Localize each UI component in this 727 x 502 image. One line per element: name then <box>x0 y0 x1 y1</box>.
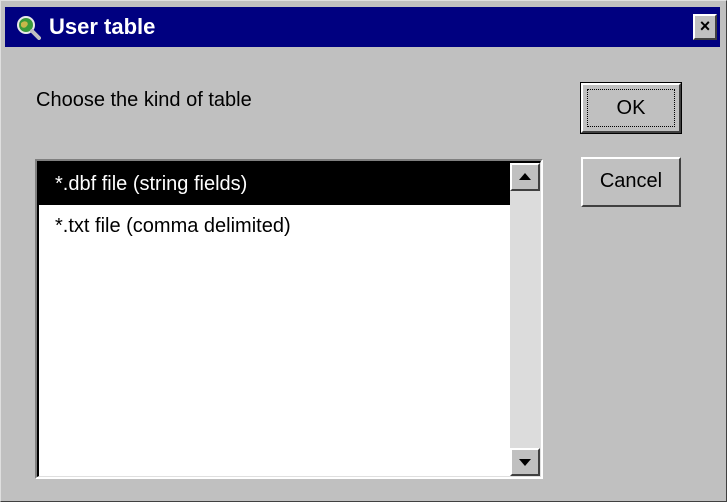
vertical-scrollbar[interactable] <box>510 163 540 476</box>
close-button[interactable]: × <box>693 14 717 40</box>
list-item-dbf[interactable]: *.dbf file (string fields) <box>39 163 511 205</box>
prompt-label: Choose the kind of table <box>36 89 252 111</box>
table-kind-listbox[interactable]: *.dbf file (string fields) *.txt file (c… <box>35 159 543 479</box>
list-items: *.dbf file (string fields) *.txt file (c… <box>39 163 511 247</box>
scroll-up-button[interactable] <box>510 163 540 191</box>
arrow-down-icon <box>519 459 531 466</box>
list-item-txt[interactable]: *.txt file (comma delimited) <box>39 205 511 247</box>
globe-magnifier-icon <box>17 16 41 40</box>
arrow-up-icon <box>519 173 531 180</box>
close-icon: × <box>699 16 711 36</box>
window-title: User table <box>49 14 156 39</box>
ok-button-label: OK <box>587 89 675 127</box>
cancel-button[interactable]: Cancel <box>581 157 681 207</box>
title-bar[interactable]: User table × <box>5 7 720 47</box>
ok-button[interactable]: OK <box>580 82 682 134</box>
scroll-down-button[interactable] <box>510 448 540 476</box>
user-table-dialog: User table × Choose the kind of table *.… <box>0 0 727 502</box>
